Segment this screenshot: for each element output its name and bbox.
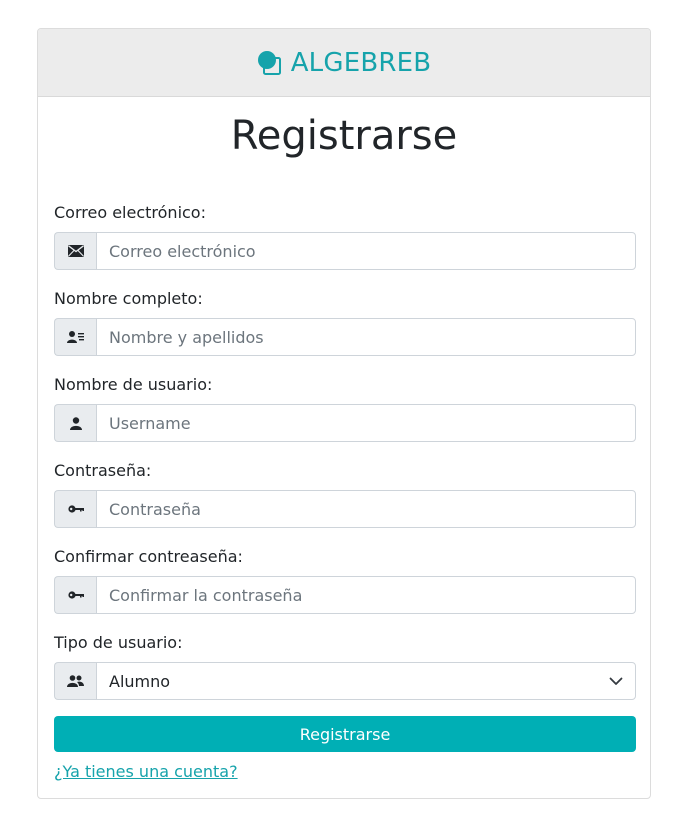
user-type-selected: Alumno [109, 671, 171, 691]
user-type-addon [54, 662, 96, 700]
username-input[interactable]: Username [96, 404, 636, 442]
user-type-select[interactable]: Alumno [96, 662, 636, 700]
email-addon [54, 232, 96, 270]
card-header: ALGEBREB [38, 29, 650, 97]
fullname-input[interactable]: Nombre y apellidos [96, 318, 636, 356]
chevron-down-icon [609, 677, 623, 685]
id-card-icon [66, 331, 84, 343]
confirm-password-label: Confirmar contreaseña: [54, 547, 243, 566]
brand-name: ALGEBREB [290, 47, 432, 78]
key-icon [67, 591, 84, 599]
key-icon [67, 505, 84, 513]
password-label: Contraseña: [54, 461, 152, 480]
confirm-password-addon [54, 576, 96, 614]
page-title: Registrarse [230, 113, 458, 159]
user-icon [69, 416, 82, 430]
user-type-label: Tipo de usuario: [54, 633, 183, 652]
username-addon [54, 404, 96, 442]
password-group: Contraseña [54, 490, 636, 528]
email-group: Correo electrónico [54, 232, 636, 270]
register-card: ALGEBREB Registrarse Correo electrónico:… [37, 28, 651, 799]
envelope-icon [67, 245, 84, 257]
fullname-label: Nombre completo: [54, 289, 203, 308]
login-link[interactable]: ¿Ya tienes una cuenta? [54, 762, 238, 781]
email-label: Correo electrónico: [54, 203, 206, 222]
username-label: Nombre de usuario: [54, 375, 213, 394]
confirm-password-input[interactable]: Confirmar la contraseña [96, 576, 636, 614]
register-button[interactable]: Registrarse [54, 716, 636, 752]
fullname-group: Nombre y apellidos [54, 318, 636, 356]
password-input[interactable]: Contraseña [96, 490, 636, 528]
users-icon [67, 675, 84, 687]
brand-logo: ALGEBREB [257, 48, 432, 78]
email-input[interactable]: Correo electrónico [96, 232, 636, 270]
username-group: Username [54, 404, 636, 442]
shapes-icon [257, 50, 281, 75]
password-addon [54, 490, 96, 528]
confirm-password-group: Confirmar la contraseña [54, 576, 636, 614]
user-type-group: Alumno [54, 662, 636, 700]
fullname-addon [54, 318, 96, 356]
